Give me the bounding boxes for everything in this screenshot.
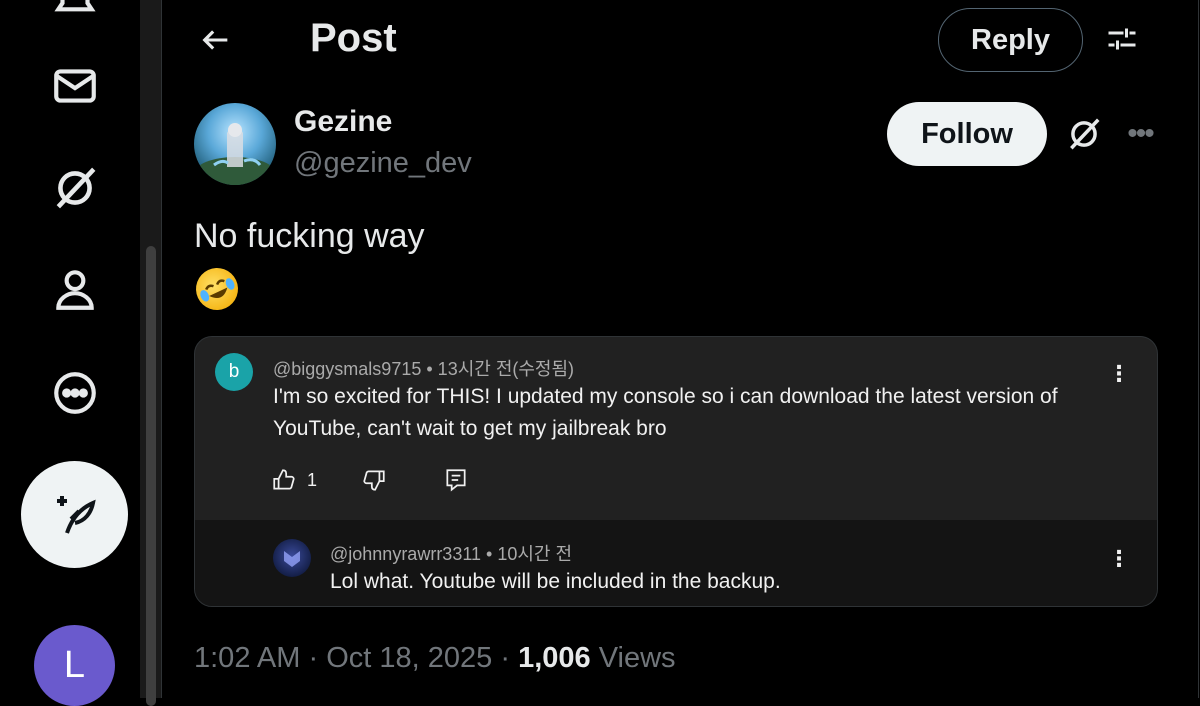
back-button[interactable]	[192, 16, 240, 64]
author-name[interactable]: Gezine	[294, 105, 392, 139]
page-title: Post	[310, 16, 397, 60]
reply-kebab-icon: ⋮	[1108, 546, 1130, 571]
thumbs-up-icon	[273, 469, 295, 490]
settings-button[interactable]	[1101, 18, 1143, 60]
views-count[interactable]: 1,006	[518, 642, 591, 674]
comment-kebab-icon: ⋮	[1108, 361, 1130, 386]
comment-dislike	[361, 467, 387, 498]
thumbs-down-icon	[363, 470, 385, 491]
scrollbar-thumb[interactable]	[146, 246, 156, 706]
more-options-button[interactable]: •••	[1120, 117, 1160, 151]
back-arrow-icon	[202, 30, 228, 50]
comment-author: @biggysmals9715	[273, 359, 422, 379]
column-divider	[161, 0, 162, 698]
reply-time: • 10시간 전	[486, 544, 573, 564]
follow-button[interactable]: Follow	[887, 102, 1047, 166]
embedded-screenshot[interactable]: b @biggysmals9715 • 13시간 전(수정됨) I'm so e…	[194, 336, 1158, 607]
reply-button[interactable]: Reply	[938, 8, 1083, 72]
meta-separator: ·	[308, 642, 319, 674]
comment-reply	[443, 467, 469, 498]
compose-post-button[interactable]	[21, 461, 128, 568]
messages-icon[interactable]	[44, 55, 106, 117]
author-avatar-image	[195, 123, 275, 185]
grok-icon	[1070, 118, 1100, 150]
author-avatar[interactable]	[194, 103, 276, 185]
post-text: No fucking way	[194, 217, 425, 255]
reply-author: @johnnyrawrr3311	[330, 544, 482, 564]
post-time[interactable]: 1:02 AM	[194, 642, 300, 674]
comment-like-count: 1	[307, 469, 318, 490]
grok-explain-button[interactable]	[1062, 112, 1106, 156]
compose-post-icon	[56, 495, 96, 534]
comment-text: I'm so excited for THIS! I updated my co…	[273, 385, 1058, 440]
reply-avatar	[273, 539, 311, 577]
profile-icon[interactable]	[44, 258, 106, 320]
author-handle[interactable]: @gezine_dev	[294, 147, 472, 180]
meta-separator: ·	[500, 642, 510, 674]
account-avatar[interactable]: L	[34, 625, 115, 706]
reply-meta: @johnnyrawrr3311 • 10시간 전	[330, 540, 572, 566]
comment-reply-icon	[446, 469, 466, 492]
views-label: Views	[598, 642, 676, 674]
account-initial: L	[63, 644, 86, 686]
comment-avatar: b	[215, 353, 253, 391]
comment-meta: @biggysmals9715 • 13시간 전(수정됨)	[273, 355, 574, 381]
post-date[interactable]: Oct 18, 2025	[326, 642, 492, 674]
comment-avatar-initial: b	[228, 361, 240, 382]
comment-time: • 13시간 전(수정됨)	[426, 359, 575, 379]
reply-text: Lol what. Youtube will be included in th…	[330, 570, 781, 593]
rolling-on-floor-laughing-emoji	[189, 261, 245, 317]
more-icon[interactable]	[44, 362, 106, 424]
reply-comment: @johnnyrawrr3311 • 10시간 전 Lol what. Yout…	[195, 520, 1157, 606]
notifications-icon[interactable]	[44, 0, 106, 32]
left-nav: L	[0, 0, 140, 706]
comment-like: 1	[271, 467, 317, 493]
column-divider-right	[1198, 0, 1199, 698]
post-metadata: 1:02 AM · Oct 18, 2025 · 1,006 Views	[194, 642, 676, 675]
sliders-icon	[1108, 28, 1136, 50]
grok-icon[interactable]	[44, 157, 106, 219]
